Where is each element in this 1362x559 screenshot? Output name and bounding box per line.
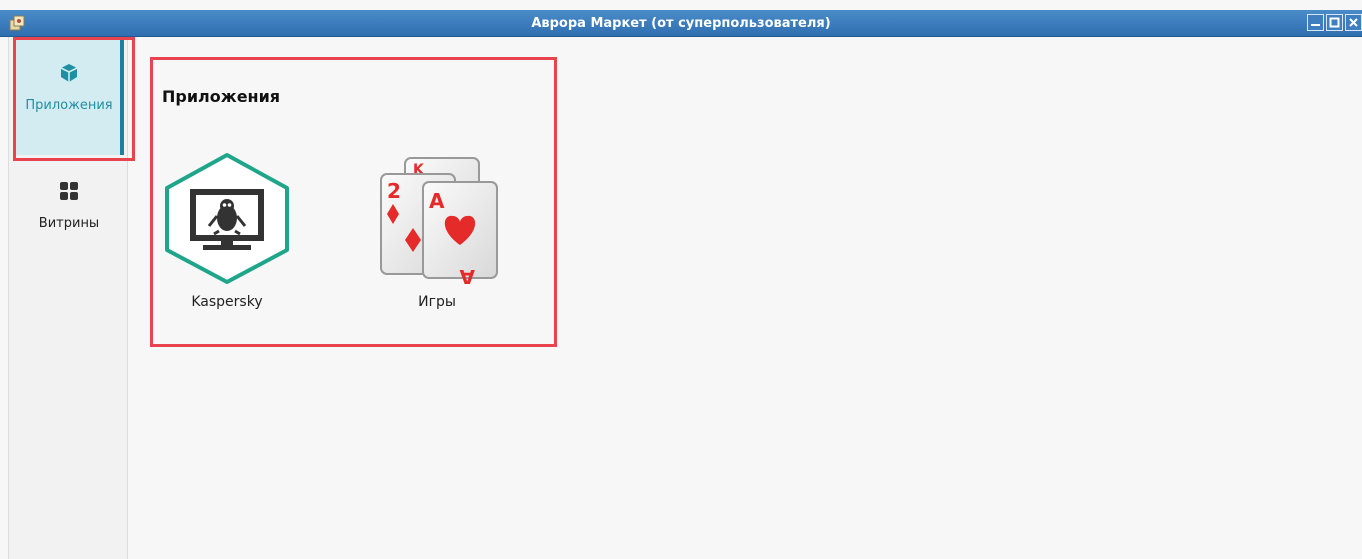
playing-cards-icon: K 2 A A (380, 157, 498, 284)
app-icon (9, 15, 25, 31)
sidebar-item-applications[interactable]: Приложения (14, 40, 124, 155)
grid-icon (60, 182, 78, 200)
app-tile-kaspersky[interactable]: Kaspersky (157, 152, 297, 332)
sidebar: Приложения Витрины (8, 37, 128, 559)
close-button[interactable] (1345, 14, 1362, 31)
sidebar-item-storefronts[interactable]: Витрины (14, 172, 124, 287)
app-tile-label: Игры (418, 294, 456, 310)
maximize-icon (1329, 17, 1340, 28)
section-title: Приложения (162, 87, 281, 106)
window-title: Аврора Маркет (от суперпользователя) (531, 15, 831, 31)
window-controls (1307, 14, 1362, 31)
minimize-button[interactable] (1307, 14, 1324, 31)
minimize-icon (1311, 24, 1320, 26)
svg-text:A: A (429, 189, 445, 213)
kaspersky-penguin-monitor-icon (165, 153, 289, 284)
app-tile-games[interactable]: K 2 A A Игры (367, 152, 507, 332)
sidebar-item-label: Витрины (38, 216, 100, 231)
app-tile-label: Kaspersky (191, 294, 263, 310)
active-indicator (120, 40, 124, 155)
close-icon (1349, 18, 1358, 27)
sidebar-item-label: Приложения (25, 98, 113, 113)
maximize-button[interactable] (1326, 14, 1343, 31)
svg-text:A: A (459, 265, 475, 284)
window-titlebar[interactable]: Аврора Маркет (от суперпользователя) (0, 10, 1362, 37)
svg-text:2: 2 (387, 179, 401, 203)
box-icon (60, 64, 78, 82)
